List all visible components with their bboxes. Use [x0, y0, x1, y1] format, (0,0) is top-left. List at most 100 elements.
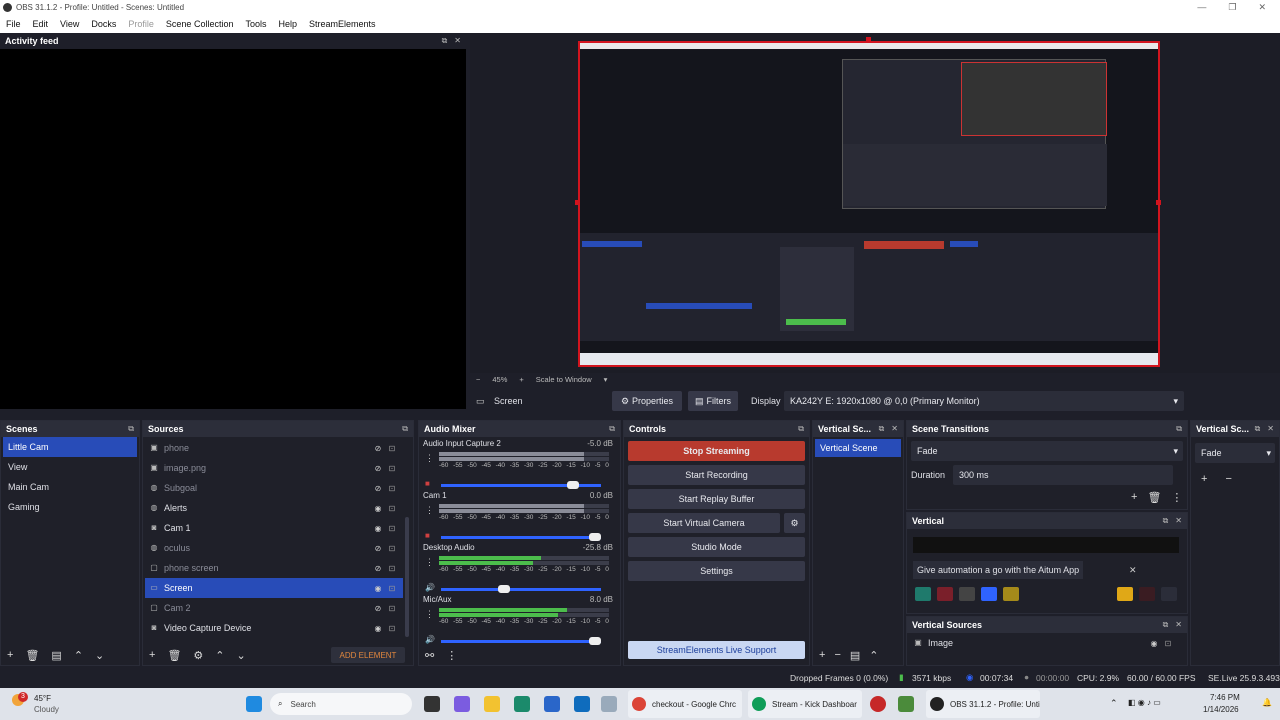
link-icon[interactable]: [1161, 587, 1177, 601]
filters-button[interactable]: ▤ Filters: [688, 391, 738, 411]
vertical-source-item[interactable]: ▣ Image ◉ ⊡: [909, 635, 1179, 651]
duration-field[interactable]: 300 ms: [953, 465, 1173, 485]
menu-icon[interactable]: ⋮: [446, 649, 457, 662]
display-select[interactable]: KA242Y E: 1920x1080 @ 0,0 (Primary Monit…: [784, 391, 1184, 411]
source-item[interactable]: ▢ Cam 2 ⊘ ⊡: [145, 598, 403, 618]
eye-off-icon[interactable]: ⊘: [371, 604, 385, 613]
volume-knob[interactable]: [589, 637, 601, 645]
add-icon[interactable]: +: [1201, 473, 1207, 485]
close-icon[interactable]: ✕: [891, 424, 898, 434]
maximize-button[interactable]: ❐: [1228, 2, 1236, 13]
undock-icon[interactable]: ⧉: [609, 424, 615, 434]
replay-icon[interactable]: [981, 587, 997, 601]
source-item[interactable]: ◍ oculus ⊘ ⊡: [145, 538, 403, 558]
preview-source-screen[interactable]: [578, 41, 1160, 367]
vertical-transition-select[interactable]: Fade ▾: [1195, 443, 1275, 463]
scene-item[interactable]: View: [3, 457, 137, 477]
undock-icon[interactable]: ⧉: [1163, 516, 1169, 526]
stream-icon[interactable]: [915, 587, 931, 601]
menu-file[interactable]: File: [0, 19, 27, 29]
menu-icon[interactable]: ⋮: [425, 453, 434, 464]
menu-help[interactable]: Help: [272, 19, 303, 29]
menu-icon[interactable]: ⋮: [425, 609, 434, 620]
taskbar-chrome-checkout[interactable]: checkout - Google Chrc: [628, 690, 742, 718]
scene-item[interactable]: Little Cam: [3, 437, 137, 457]
gear-icon[interactable]: ⚙: [193, 649, 203, 662]
menu-tools[interactable]: Tools: [239, 19, 272, 29]
menu-icon[interactable]: ⋮: [1171, 491, 1182, 504]
app-red-icon[interactable]: [870, 696, 886, 712]
store-icon[interactable]: [544, 696, 560, 712]
volume-knob[interactable]: [566, 481, 579, 489]
eye-off-icon[interactable]: ⊘: [371, 464, 385, 473]
source-item[interactable]: ▣ image.png ⊘ ⊡: [145, 458, 403, 478]
up-icon[interactable]: ⌃: [74, 649, 83, 662]
menu-view[interactable]: View: [54, 19, 85, 29]
menu-icon[interactable]: ⋮: [425, 505, 434, 516]
studio-mode-button[interactable]: Studio Mode: [628, 537, 805, 557]
trash-icon[interactable]: 🗑: [167, 649, 181, 662]
mute-icon[interactable]: ■: [425, 479, 430, 488]
close-icon[interactable]: ✕: [1175, 620, 1182, 630]
edge-icon[interactable]: [514, 696, 530, 712]
menu-profile[interactable]: Profile: [122, 19, 160, 29]
app-icon[interactable]: [601, 696, 617, 712]
lock-icon[interactable]: ⊡: [385, 564, 399, 573]
lock-icon[interactable]: ⊡: [385, 504, 399, 513]
file-explorer-icon[interactable]: [484, 696, 500, 712]
lock-icon[interactable]: ⊡: [1161, 639, 1175, 648]
eye-off-icon[interactable]: ⊘: [371, 444, 385, 453]
volume-knob[interactable]: [497, 585, 510, 593]
eye-off-icon[interactable]: ⊘: [371, 544, 385, 553]
vertical-scene-item[interactable]: Vertical Scene: [815, 439, 901, 457]
handle-left[interactable]: [575, 200, 580, 205]
eye-icon[interactable]: ◉: [1147, 639, 1161, 648]
menu-streamelements[interactable]: StreamElements: [303, 19, 382, 29]
start-replay-buffer-button[interactable]: Start Replay Buffer: [628, 489, 805, 509]
source-item[interactable]: ◙ Cam 1 ◉ ⊡: [145, 518, 403, 538]
copilot-icon[interactable]: [454, 696, 470, 712]
eye-off-icon[interactable]: ⊘: [371, 564, 385, 573]
add-element-button[interactable]: ADD ELEMENT: [331, 647, 405, 663]
close-icon[interactable]: ✕: [1175, 516, 1182, 526]
add-icon[interactable]: +: [149, 649, 155, 661]
lock-icon[interactable]: ⊡: [385, 444, 399, 453]
undock-icon[interactable]: ⧉: [442, 36, 448, 46]
close-button[interactable]: ✕: [1258, 2, 1266, 13]
add-icon[interactable]: +: [819, 649, 825, 661]
properties-button[interactable]: ⚙ Properties: [612, 391, 682, 411]
start-recording-button[interactable]: Start Recording: [628, 465, 805, 485]
down-icon[interactable]: ⌄: [237, 649, 246, 662]
filter-icon[interactable]: ▤: [51, 649, 61, 662]
handle-top[interactable]: [866, 37, 871, 42]
source-item[interactable]: ▭ Screen ◉ ⊡: [145, 578, 403, 598]
lock-icon[interactable]: ⊡: [385, 464, 399, 473]
undock-icon[interactable]: ⧉: [1255, 424, 1261, 434]
zoom-out-button[interactable]: −: [476, 375, 480, 384]
gear-icon[interactable]: [1117, 587, 1133, 601]
eye-icon[interactable]: ◉: [371, 504, 385, 513]
undock-icon[interactable]: ⧉: [798, 424, 804, 434]
speaker-icon[interactable]: 🔊: [425, 583, 435, 592]
taskbar-search[interactable]: ⌕ Search: [270, 693, 412, 715]
down-icon[interactable]: ⌄: [95, 649, 104, 662]
start-virtual-camera-button[interactable]: Start Virtual Camera: [628, 513, 780, 533]
remove-icon[interactable]: −: [834, 649, 840, 661]
close-icon[interactable]: ✕: [1267, 424, 1274, 434]
source-item[interactable]: ◍ Alerts ◉ ⊡: [145, 498, 403, 518]
scale-mode[interactable]: Scale to Window: [536, 375, 592, 384]
preview-canvas[interactable]: [470, 33, 1280, 373]
lock-icon[interactable]: ⊡: [385, 544, 399, 553]
source-item[interactable]: ▢ phone screen ⊘ ⊡: [145, 558, 403, 578]
transition-select[interactable]: Fade ▾: [911, 441, 1183, 461]
source-item[interactable]: ◍ Subgoal ⊘ ⊡: [145, 478, 403, 498]
folder-icon[interactable]: [1003, 587, 1019, 601]
taskbar-chrome-kick[interactable]: Stream - Kick Dashboar: [748, 690, 862, 718]
windows-start-icon[interactable]: [246, 696, 262, 712]
add-icon[interactable]: +: [7, 649, 13, 661]
undock-icon[interactable]: ⧉: [1176, 424, 1182, 434]
filter-icon[interactable]: ▤: [850, 649, 860, 662]
undock-icon[interactable]: ⧉: [1163, 620, 1169, 630]
link-icon[interactable]: ⚯: [425, 649, 434, 662]
heart-icon[interactable]: [1139, 587, 1155, 601]
